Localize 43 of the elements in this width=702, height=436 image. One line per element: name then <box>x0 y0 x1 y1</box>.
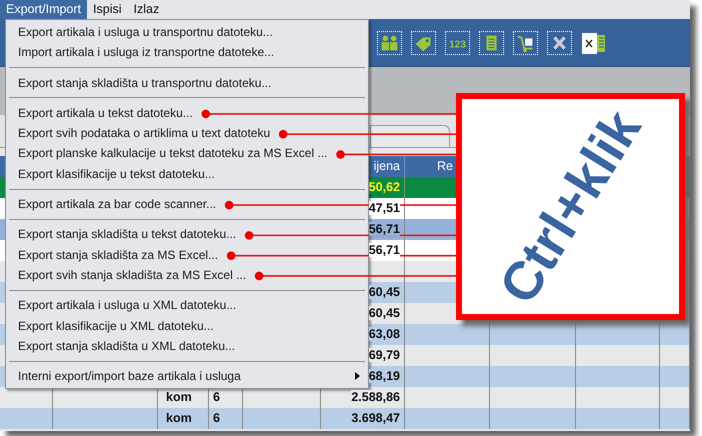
menu-item[interactable]: Import artikala i usluga iz transportne datoteke... <box>6 42 368 63</box>
table-cell: 69,79 <box>368 348 400 362</box>
table-cell: 3.698,47 <box>351 411 400 425</box>
column-header[interactable]: Re <box>429 159 453 173</box>
menu-item[interactable]: Export svih stanja skladišta za MS Excel ... <box>6 264 368 286</box>
menu-item[interactable]: Export artikala i usluga u transportnu datoteku... <box>6 22 368 42</box>
table-cell: 56,71 <box>368 243 400 257</box>
menu-item[interactable]: Interni export/import baze artikala i usluga <box>6 366 368 386</box>
menu-item[interactable]: Export artikala za bar code scanner... <box>6 194 368 214</box>
table-cell: 47,51 <box>368 201 400 215</box>
menu-item[interactable]: Export stanja skladišta u tekst datoteku... <box>6 224 368 245</box>
table-cell: 2.588,86 <box>351 390 400 404</box>
menu-item[interactable]: Export klasifikacije u tekst datoteku... <box>6 164 368 184</box>
menu-item[interactable]: Export stanja skladišta za MS Excel... <box>6 244 368 265</box>
menu-bar-item[interactable]: Izlaz <box>128 0 166 19</box>
tag-icon[interactable] <box>411 30 436 54</box>
table-cell-text: kom <box>165 411 192 425</box>
table-cell: 6 <box>213 390 220 404</box>
table-cell: 50,62 <box>368 180 400 194</box>
menu-item[interactable]: Export artikala u tekst datoteku... <box>6 102 368 124</box>
table-cell: 68,19 <box>368 369 400 383</box>
menu-bar-item[interactable]: Ispisi <box>87 0 128 19</box>
menu-item[interactable]: Export stanja skladišta u transportnu datoteku... <box>6 72 368 93</box>
tab[interactable] <box>370 125 450 147</box>
menu-item[interactable]: Export planske kalkulacije u tekst datoteku za MS Excel ... <box>6 143 368 164</box>
table-cell: 60,45 <box>368 285 400 299</box>
table-cell: 60,45 <box>368 306 400 320</box>
table-cell: 56,71 <box>368 222 400 236</box>
menu-item[interactable]: Export stanja skladišta u XML datoteku... <box>6 336 368 356</box>
menu-item[interactable]: Export klasifikacije u XML datoteku... <box>6 316 368 336</box>
close-icon[interactable] <box>547 30 572 54</box>
submenu-arrow-icon <box>355 372 360 380</box>
document-icon[interactable] <box>479 30 504 54</box>
menu-item[interactable]: Export artikala i usluga u XML datoteku... <box>6 295 368 316</box>
column-header[interactable]: ijena <box>374 156 400 177</box>
cart-icon[interactable] <box>513 30 538 54</box>
people-icon[interactable] <box>377 30 402 54</box>
table-cell: 63,08 <box>368 327 400 341</box>
table-cell: 6 <box>213 411 220 425</box>
menu-bar-item[interactable]: Export/Import <box>0 0 88 19</box>
table-cell-text: kom <box>165 390 192 404</box>
menu-item[interactable]: Export svih podataka o artiklima u text datoteku <box>6 123 368 144</box>
spreadsheet-icon[interactable] <box>581 30 606 54</box>
